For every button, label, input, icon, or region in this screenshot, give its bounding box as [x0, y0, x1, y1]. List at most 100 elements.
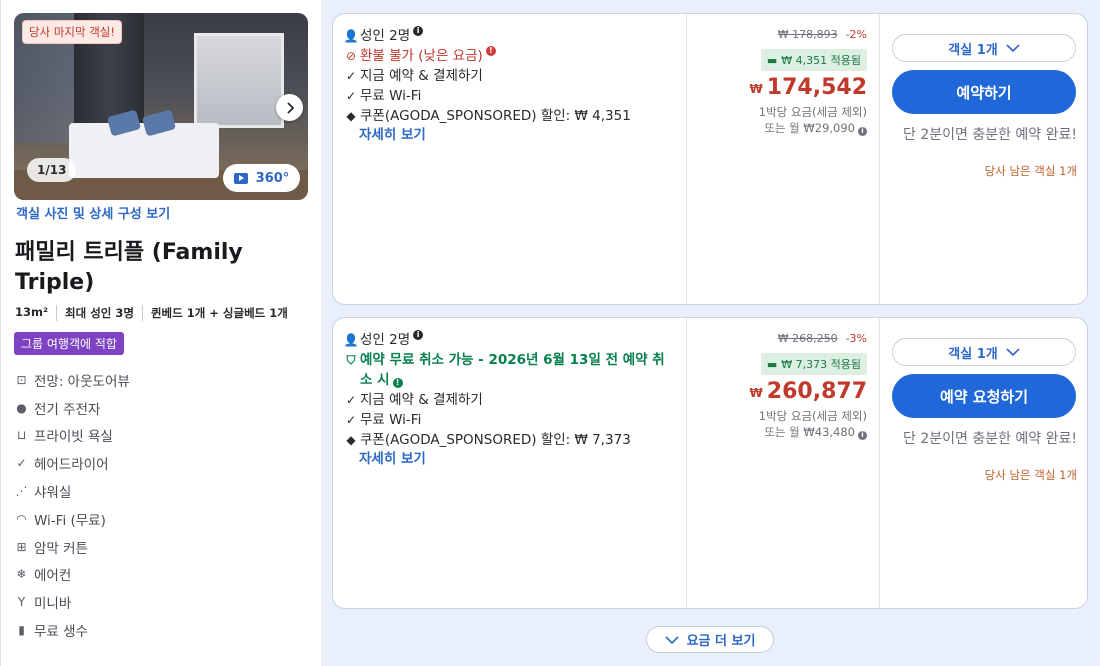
discount-percent: -2%	[845, 28, 867, 41]
shower-icon: ⋰	[15, 484, 28, 499]
offer-card: 👤 성인 2명 i ⛉ 예약 무료 취소 가능 - 2026년 6월 13일 전 예약…	[332, 317, 1088, 609]
checkmark-icon: ✓	[345, 69, 357, 83]
discount-percent: -3%	[845, 332, 867, 345]
offers-panel: 👤 성인 2명 i ⊘ 환불 불가 (낮은 요금)! ✓ 지금 예약 & 결제하기 ✓ 무…	[321, 0, 1100, 666]
room-count-select[interactable]: 객실 1개	[892, 338, 1076, 366]
refund-policy: ⊘ 환불 불가 (낮은 요금)!	[345, 46, 674, 66]
details-link[interactable]: 자세히 보기	[359, 450, 674, 468]
policy-line-1: 예약 무료 취소 가능 - 2026년 6월 13일 전 예약 취	[360, 352, 665, 368]
feature-label: 전망: 아웃도어뷰	[34, 373, 130, 390]
info-icon[interactable]: i	[858, 127, 867, 136]
feature-item: ● 전기 주전자	[15, 394, 130, 422]
water-bottle-icon: ▮	[18, 623, 25, 638]
info-icon[interactable]: !	[392, 378, 403, 388]
struck-price: ₩ 268,250	[777, 332, 838, 345]
curtain-icon: ⊞	[16, 539, 27, 554]
monthly-text: 또는 월 ₩43,480	[764, 425, 855, 439]
wifi-text: 무료 Wi-Fi	[360, 412, 422, 428]
play-icon	[233, 172, 248, 184]
quick-booking-note: 단 2분이면 충분한 예약 완료!	[903, 127, 1077, 143]
feature-label: 암막 커튼	[34, 540, 88, 557]
monthly-text: 또는 월 ₩29,090	[764, 121, 855, 135]
photo-window	[194, 33, 284, 128]
feature-item: ◠ Wi-Fi (무료)	[15, 505, 130, 533]
offer-conditions: 👤 성인 2명 i ⛉ 예약 무료 취소 가능 - 2026년 6월 13일 전 예약…	[333, 318, 687, 608]
details-link[interactable]: 자세히 보기	[359, 126, 674, 144]
offer-actions: 객실 1개 예약하기 단 2분이면 충분한 예약 완료! 당사 남은 객실 1개	[880, 14, 1087, 304]
room-offer-section: 당사 마지막 객실! 1/13 360° 객실 사진 및 상세 구성 보기 패밀…	[0, 0, 1100, 666]
price-value: 260,877	[766, 379, 867, 404]
price-note: 1박당 요금(세금 제외) 또는 월 ₩43,480 i	[759, 408, 867, 440]
vr-label: 360°	[255, 170, 290, 186]
feature-label: 프라이빗 욕실	[34, 429, 113, 446]
room-meta: 13m² 최대 성인 3명 퀸베드 1개 + 싱글베드 1개	[15, 305, 296, 321]
guests-text: 성인 2명	[360, 332, 411, 348]
chevron-down-icon	[664, 635, 679, 644]
cocktail-icon: Y	[17, 595, 26, 610]
feature-item: ❄ 에어컨	[15, 561, 130, 589]
feature-label: 에어컨	[34, 568, 72, 585]
offer-actions: 객실 1개 예약 요청하기 단 2분이면 충분한 예약 완료! 당사 남은 객실…	[880, 318, 1087, 608]
group-travel-badge: 그룹 여행객에 적합	[14, 332, 124, 355]
coupon-applied-badge: ▬ ₩ 4,351 적용됨	[760, 49, 867, 71]
per-night-text: 1박당 요금(세금 제외)	[758, 409, 867, 423]
info-icon[interactable]: !	[485, 46, 496, 56]
offer-price: ₩ 268,250 -3% ▬ ₩ 7,373 적용됨 ₩260,877 1박당 요…	[687, 318, 880, 608]
info-icon[interactable]: i	[413, 26, 424, 36]
coupon-applied-text: ₩ 7,373 적용됨	[781, 358, 861, 371]
guests-line: 👤 성인 2명 i	[344, 26, 674, 46]
refund-policy: ⛉ 예약 무료 취소 가능 - 2026년 6월 13일 전 예약 취소 시!	[345, 350, 674, 390]
policy-text: 예약 무료 취소 가능 - 2026년 6월 13일 전 예약 취소 시!	[360, 350, 665, 390]
room-photos-link[interactable]: 객실 사진 및 상세 구성 보기	[16, 203, 170, 222]
more-rates-button[interactable]: 요금 더 보기	[646, 626, 774, 653]
wifi-icon: ◠	[16, 511, 27, 526]
feature-label: Wi-Fi (무료)	[34, 512, 106, 529]
room-size: 13m²	[15, 305, 49, 319]
checkmark-icon: ✓	[345, 89, 357, 103]
room-beds: 퀸베드 1개 + 싱글베드 1개	[141, 305, 296, 321]
feature-item: ⊡ 전망: 아웃도어뷰	[15, 366, 130, 394]
feature-item: ⊔ 프라이빗 욕실	[15, 422, 130, 450]
book-button[interactable]: 예약하기	[892, 70, 1076, 114]
feature-item: ⊞ 암막 커튼	[15, 533, 130, 561]
shield-check-icon: ⛉	[346, 353, 356, 367]
feature-label: 무료 생수	[34, 624, 88, 641]
photo-counter: 1/13	[27, 158, 77, 182]
final-price: ₩174,542	[750, 75, 867, 100]
feature-label: 미니바	[34, 596, 72, 613]
room-title: 패밀리 트리플 (Family Triple)	[15, 240, 243, 295]
struck-price: ₩ 178,893	[777, 28, 838, 41]
coupon-line: ◆ 쿠폰(AGODA_SPONSORED) 할인: ₩ 4,351	[345, 106, 674, 126]
feature-label: 전기 주전자	[34, 401, 101, 418]
coupon-text: 쿠폰(AGODA_SPONSORED) 할인: ₩ 7,373	[360, 432, 631, 448]
chevron-down-icon	[1006, 348, 1020, 356]
feature-item: ▮ 무료 생수	[15, 616, 130, 644]
offer-price: ₩ 178,893 -2% ▬ ₩ 4,351 적용됨 ₩174,542 1박당 요…	[687, 14, 880, 304]
guests-text: 성인 2명	[360, 28, 411, 44]
more-rates-label: 요금 더 보기	[686, 634, 756, 649]
info-icon[interactable]: i	[858, 431, 867, 440]
vr-360-button[interactable]: 360°	[223, 164, 300, 192]
next-photo-button[interactable]	[276, 94, 303, 121]
price-note: 1박당 요금(세금 제외) 또는 월 ₩29,090 i	[759, 104, 867, 136]
currency-symbol: ₩	[749, 82, 763, 96]
quick-booking-note: 단 2분이면 충분한 예약 완료!	[903, 431, 1077, 447]
price-value: 174,542	[766, 75, 867, 100]
room-info-panel: 당사 마지막 객실! 1/13 360° 객실 사진 및 상세 구성 보기 패밀…	[1, 0, 321, 666]
request-booking-button[interactable]: 예약 요청하기	[892, 374, 1076, 418]
room-occupancy: 최대 성인 3명	[56, 305, 142, 321]
chevron-right-icon	[286, 101, 294, 114]
policy-line-2: 소 시	[360, 372, 390, 388]
offer-card: 👤 성인 2명 i ⊘ 환불 불가 (낮은 요금)! ✓ 지금 예약 & 결제하기 ✓ 무…	[332, 13, 1088, 305]
room-count-select[interactable]: 객실 1개	[892, 34, 1076, 62]
tag-icon: ◆	[346, 433, 356, 447]
currency-symbol: ₩	[749, 386, 763, 400]
wifi-line: ✓ 무료 Wi-Fi	[345, 86, 674, 106]
feature-item: ⋰ 샤워실	[15, 477, 130, 505]
feature-item: ✓ 헤어드라이어	[15, 449, 130, 477]
snowflake-icon: ❄	[16, 567, 27, 582]
no-refund-icon: ⊘	[345, 49, 357, 63]
coupon-applied-text: ₩ 4,351 적용됨	[781, 54, 861, 67]
room-count-label: 객실 1개	[948, 42, 998, 58]
info-icon[interactable]: i	[413, 330, 424, 340]
